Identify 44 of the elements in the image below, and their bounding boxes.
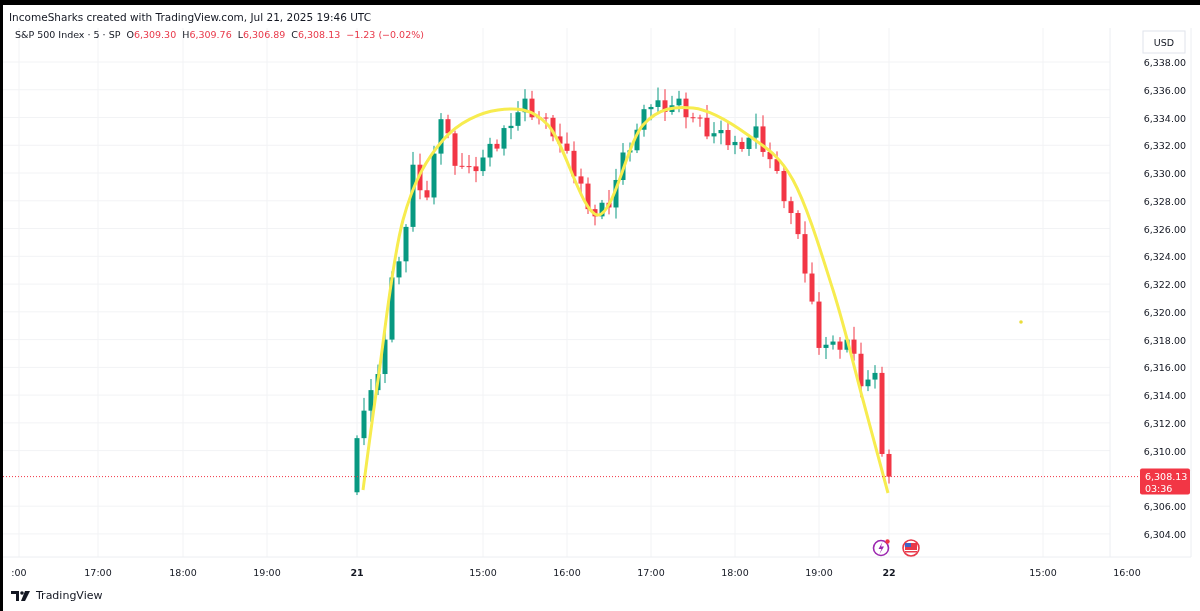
chart-credit: IncomeSharks created with TradingView.com, Jul 21, 2025 19:46 UTC — [9, 10, 371, 23]
price-tick: 6,324.00 — [1143, 251, 1186, 263]
time-tick: 15:00 — [1029, 567, 1057, 578]
price-change: −1.23 (−0.02%) — [346, 29, 424, 40]
price-tick: 6,330.00 — [1143, 168, 1186, 180]
time-tick: 15:00 — [469, 567, 497, 578]
time-tick: 19:00 — [253, 567, 281, 578]
price-tick: 6,326.00 — [1143, 223, 1186, 235]
dot-marker — [1019, 320, 1023, 324]
time-tick: 17:00 — [637, 567, 665, 578]
price-tick: 6,318.00 — [1143, 334, 1186, 346]
ohlc-value: C6,308.13 — [291, 29, 341, 40]
time-tick: 17:00 — [84, 567, 112, 578]
price-tick: 6,338.00 — [1143, 57, 1186, 68]
price-tick: 6,328.00 — [1143, 195, 1186, 207]
logo-icon — [11, 590, 31, 601]
price-tick: 6,306.00 — [1143, 501, 1186, 513]
brand-name: TradingView — [36, 589, 103, 602]
lightning-icon[interactable] — [872, 539, 890, 557]
time-tick: 16:00 — [1113, 567, 1141, 578]
price-tick: 6,334.00 — [1143, 112, 1186, 124]
price-tick: 6,322.00 — [1143, 279, 1186, 291]
time-tick: 18:00 — [169, 567, 197, 578]
last-price-label: 6,308.13 03:36 — [1140, 468, 1190, 495]
currency-label: USD — [1142, 30, 1186, 54]
time-tick: 18:00 — [721, 567, 749, 578]
time-tick: 21 — [350, 567, 364, 578]
price-tick: 6,304.00 — [1143, 528, 1186, 540]
symbol-name: S&P 500 Index · 5 · SP — [15, 29, 121, 40]
time-tick: 16:00 — [553, 567, 581, 578]
time-tick: 22 — [882, 567, 896, 578]
price-tick: 6,316.00 — [1143, 362, 1186, 374]
price-tick: 6,320.00 — [1143, 306, 1186, 318]
price-tick: 6,312.00 — [1143, 417, 1186, 429]
price-tick: 6,310.00 — [1143, 445, 1186, 457]
price-tick: 6,314.00 — [1143, 390, 1186, 402]
flag-icon[interactable] — [902, 539, 920, 557]
ohlc-value: O6,309.30 — [126, 29, 177, 40]
ohlc-value: H6,309.76 — [182, 29, 232, 40]
time-tick: 19:00 — [805, 567, 833, 578]
time-tick: :00 — [11, 567, 27, 578]
price-tick: 6,332.00 — [1143, 140, 1186, 152]
ohlc-value: L6,306.89 — [237, 29, 286, 40]
price-tick: 6,336.00 — [1143, 84, 1186, 96]
